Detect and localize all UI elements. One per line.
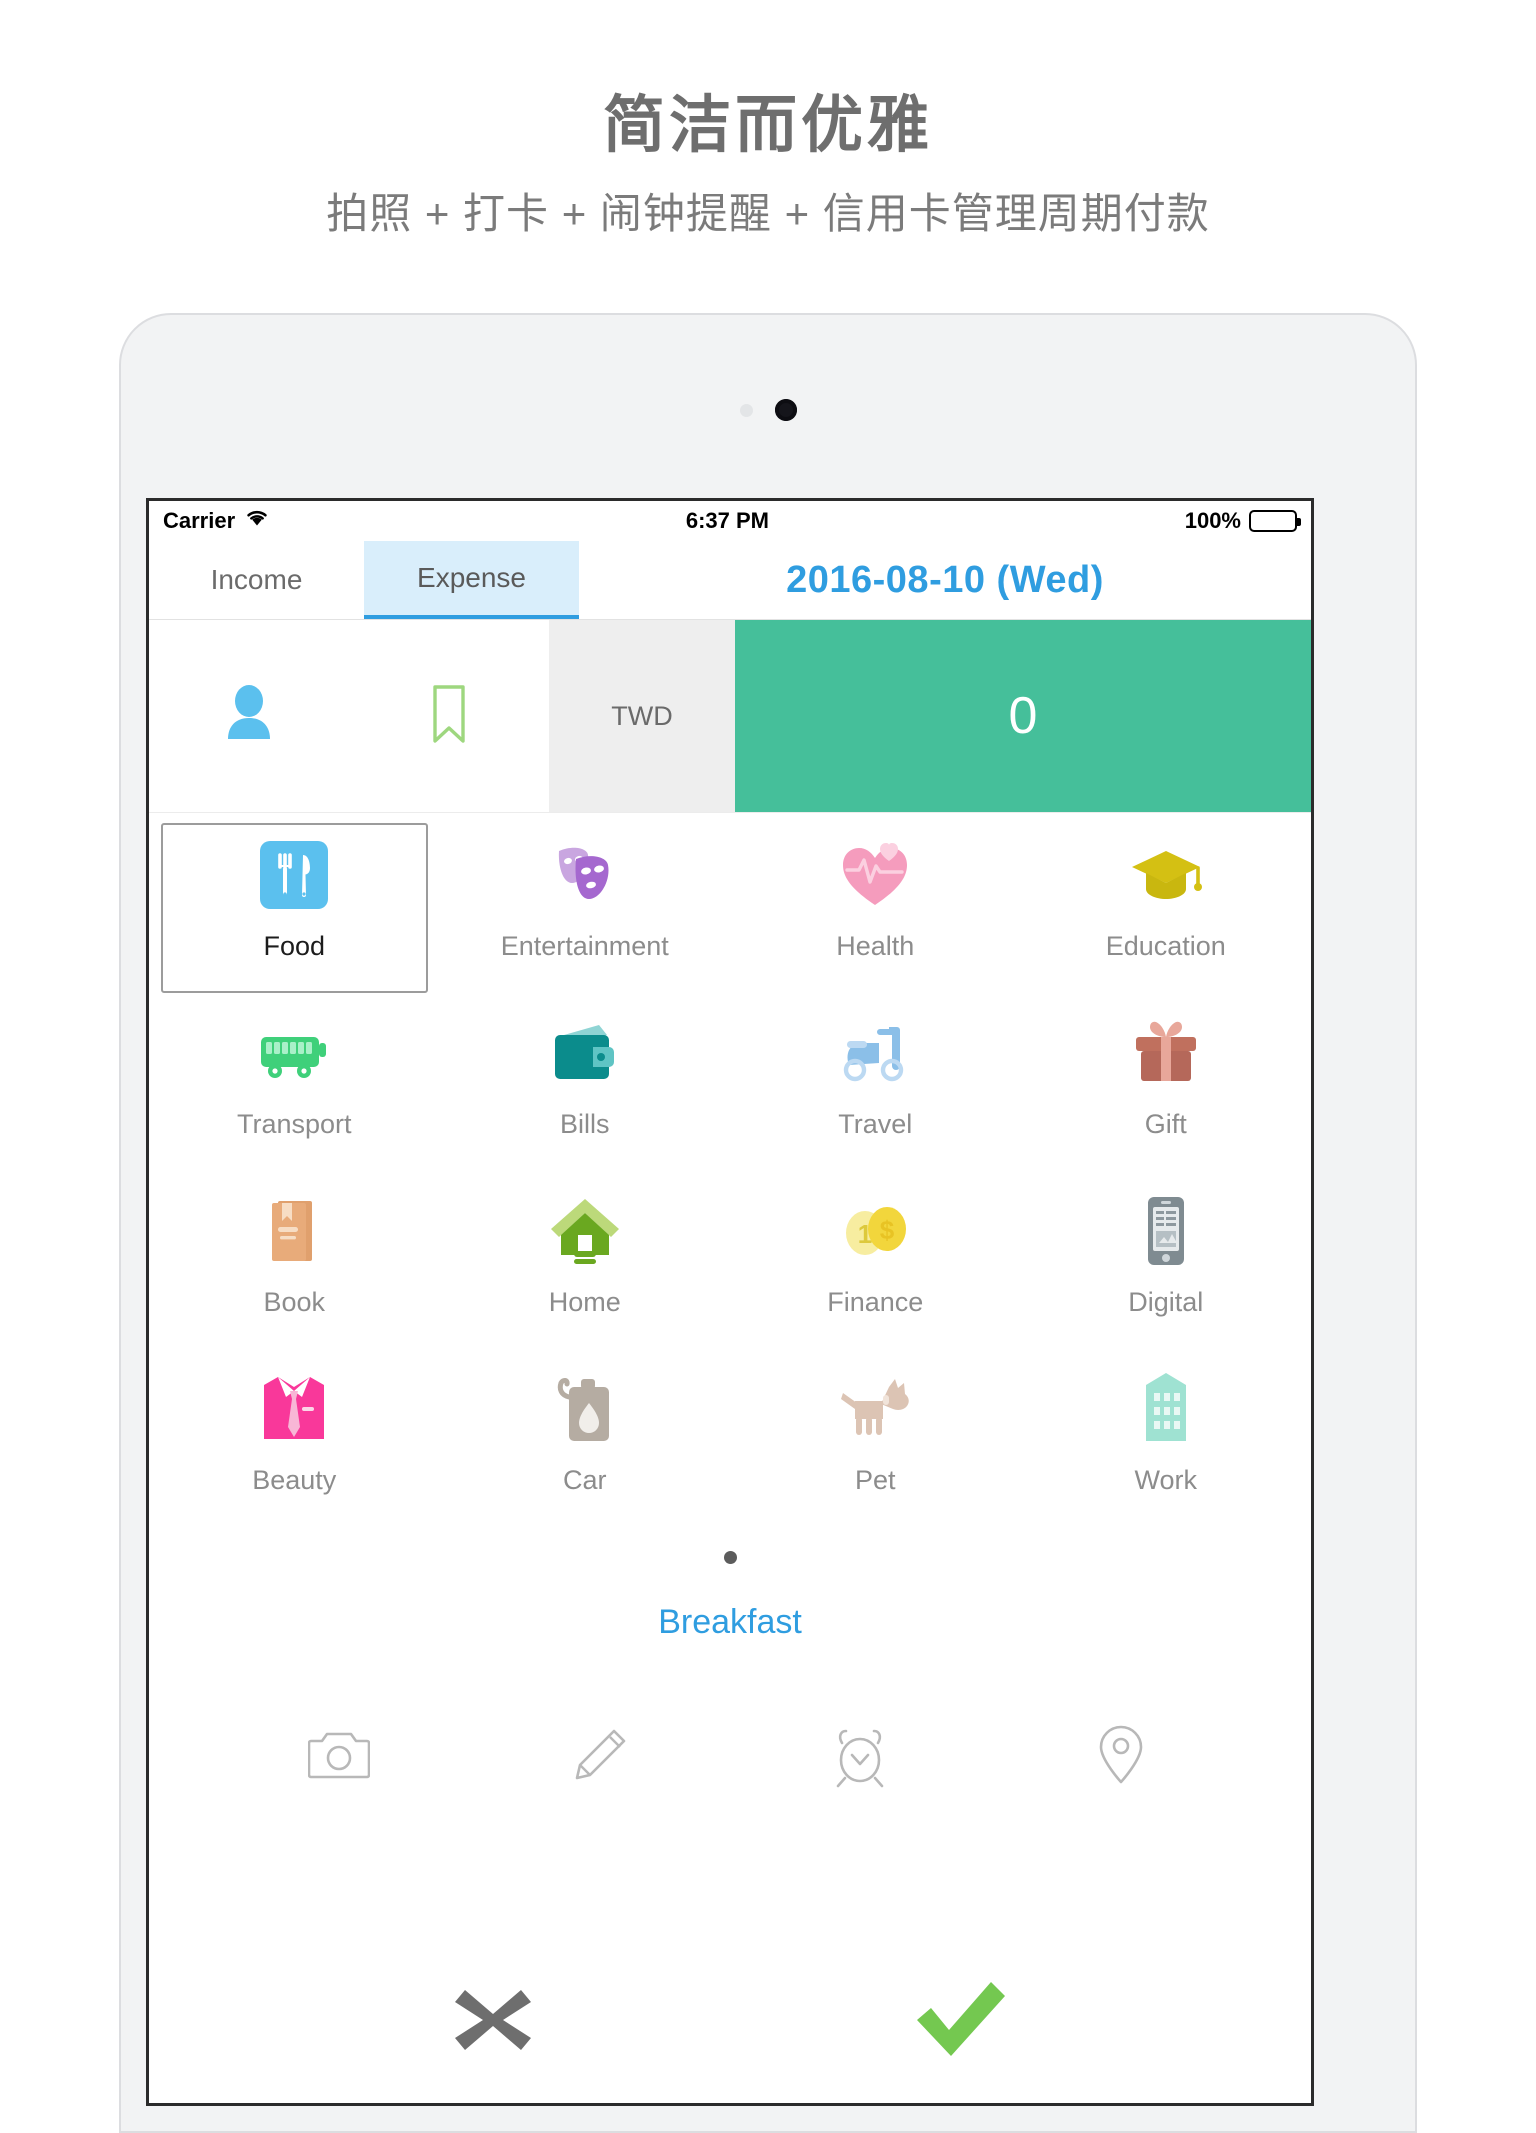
cancel-button[interactable] [449, 1976, 537, 2069]
book-icon [256, 1193, 332, 1269]
date-picker-button[interactable]: 2016-08-10 (Wed) [579, 541, 1311, 619]
currency-label: TWD [611, 700, 673, 731]
promo-subtitle: 拍照 + 打卡 + 闹钟提醒 + 信用卡管理周期付款 [326, 190, 1210, 238]
category-food[interactable]: Food [149, 821, 440, 999]
page-indicator[interactable] [149, 1547, 1311, 1567]
category-home-label: Home [548, 1287, 621, 1317]
tab-income-label: Income [210, 564, 303, 595]
category-education-label: Education [1105, 931, 1226, 961]
action-bar [149, 1967, 1311, 2077]
tab-expense-label: Expense [417, 562, 526, 593]
category-entertainment-label: Entertainment [500, 931, 669, 961]
date-label: 2016-08-10 (Wed) [786, 558, 1104, 601]
alarm-clock-icon [836, 1729, 884, 1788]
category-entertainment[interactable]: Entertainment [440, 821, 731, 999]
note-edit-button[interactable] [565, 1722, 635, 1792]
category-travel[interactable]: Travel [730, 999, 1021, 1177]
amount-input[interactable]: 0 [735, 620, 1311, 812]
gift-icon [1128, 1015, 1204, 1091]
top-bar: Income Expense 2016-08-10 (Wed) [149, 541, 1311, 620]
category-grid: Food Entertainment Health Education Tran… [149, 813, 1311, 1533]
bus-icon [256, 1015, 332, 1091]
location-button[interactable] [1086, 1722, 1156, 1792]
house-icon [547, 1193, 623, 1269]
phone-screen: Carrier 6:37 PM 100% Income Expense 2016… [146, 498, 1314, 2106]
confirm-button[interactable] [911, 1976, 1011, 2069]
category-food-label: Food [263, 931, 326, 961]
category-pet[interactable]: Pet [730, 1355, 1021, 1533]
category-home[interactable]: Home [440, 1177, 731, 1355]
category-finance[interactable]: 1 $ Finance [730, 1177, 1021, 1355]
alarm-button[interactable] [825, 1722, 895, 1792]
camera-icon [307, 1729, 371, 1786]
battery-percent: 100% [1184, 508, 1241, 533]
promo-header: 简洁而优雅 拍照 + 打卡 + 闹钟提醒 + 信用卡管理周期付款 [0, 0, 1536, 238]
category-book-label: Book [263, 1287, 326, 1317]
camera-button[interactable] [304, 1722, 374, 1792]
check-icon [917, 1981, 1005, 2056]
category-bills-label: Bills [559, 1109, 610, 1139]
device-sensors [121, 397, 1415, 423]
category-digital[interactable]: Digital [1021, 1177, 1312, 1355]
category-beauty[interactable]: Beauty [149, 1355, 440, 1533]
account-button[interactable] [149, 684, 349, 749]
close-x-icon [455, 1989, 531, 2050]
status-time: 6:37 PM [685, 508, 770, 533]
amount-row: TWD 0 [149, 620, 1311, 813]
device-frame: Carrier 6:37 PM 100% Income Expense 2016… [119, 313, 1417, 2133]
category-transport-label: Transport [236, 1109, 352, 1139]
fuel-can-icon [547, 1371, 623, 1447]
graduation-cap-icon [1128, 837, 1204, 913]
category-work-label: Work [1134, 1465, 1197, 1495]
location-pin-icon [1098, 1724, 1144, 1791]
wallet-icon [547, 1015, 623, 1091]
bookmark-icon [428, 683, 470, 750]
promo-title: 简洁而优雅 [602, 91, 933, 160]
ambient-sensor-icon [739, 403, 753, 417]
smartphone-icon [1128, 1193, 1204, 1269]
category-pet-label: Pet [854, 1465, 896, 1495]
category-travel-label: Travel [838, 1109, 913, 1139]
bookmark-button[interactable] [349, 683, 549, 750]
category-gift[interactable]: Gift [1021, 999, 1312, 1177]
wifi-icon [244, 508, 270, 534]
category-bills[interactable]: Bills [440, 999, 731, 1177]
dog-icon [837, 1371, 913, 1447]
category-education[interactable]: Education [1021, 821, 1312, 999]
tab-expense[interactable]: Expense [364, 541, 579, 619]
masks-icon [547, 837, 623, 913]
page-dot [723, 1550, 737, 1564]
status-bar: Carrier 6:37 PM 100% [149, 501, 1311, 541]
note-field[interactable]: Breakfast [149, 1603, 1311, 1642]
category-work[interactable]: Work [1021, 1355, 1312, 1533]
attachment-toolbar [149, 1712, 1311, 1802]
category-car[interactable]: Car [440, 1355, 731, 1533]
building-icon [1128, 1371, 1204, 1447]
svg-text:$: $ [880, 1215, 895, 1245]
tab-income[interactable]: Income [149, 541, 364, 619]
note-text: Breakfast [658, 1603, 802, 1641]
coins-icon: 1 $ [837, 1193, 913, 1269]
shirt-tie-icon [256, 1371, 332, 1447]
front-camera-icon [774, 399, 797, 421]
amount-value: 0 [1008, 687, 1038, 745]
category-book[interactable]: Book [149, 1177, 440, 1355]
currency-button[interactable]: TWD [549, 620, 735, 812]
scooter-icon [837, 1015, 913, 1091]
category-transport[interactable]: Transport [149, 999, 440, 1177]
pencil-icon [570, 1725, 630, 1790]
carrier-label: Carrier [163, 508, 236, 533]
category-beauty-label: Beauty [252, 1465, 337, 1495]
category-digital-label: Digital [1128, 1287, 1204, 1317]
battery-full-icon [1249, 510, 1301, 532]
person-icon [221, 684, 277, 749]
category-finance-label: Finance [827, 1287, 924, 1317]
category-car-label: Car [562, 1465, 607, 1495]
category-gift-label: Gift [1144, 1109, 1187, 1139]
food-icon [256, 837, 332, 913]
heart-pulse-icon [837, 837, 913, 913]
category-health-label: Health [836, 931, 915, 961]
category-health[interactable]: Health [730, 821, 1021, 999]
